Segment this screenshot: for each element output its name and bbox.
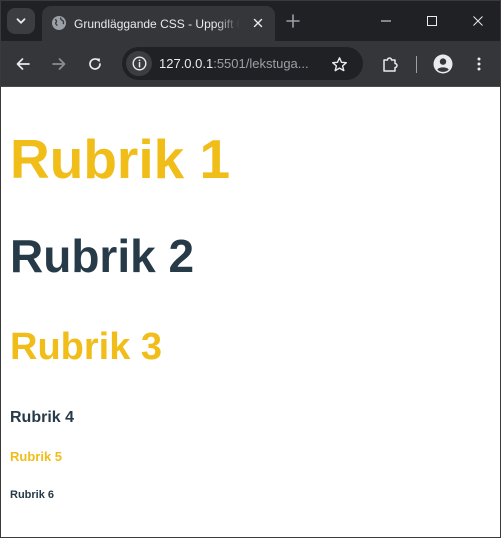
browser-toolbar: 127.0.0.1:5501/lekstuga... xyxy=(1,41,500,87)
toolbar-separator xyxy=(416,56,417,73)
address-bar[interactable]: 127.0.0.1:5501/lekstuga... xyxy=(122,47,363,80)
url-path: :5501/lekstuga... xyxy=(213,56,309,71)
window-close-button[interactable] xyxy=(455,1,500,41)
kebab-menu-icon xyxy=(477,57,481,71)
globe-icon xyxy=(52,16,66,30)
close-icon xyxy=(253,18,263,28)
new-tab-button[interactable] xyxy=(283,11,303,31)
close-icon xyxy=(473,16,483,26)
menu-button[interactable] xyxy=(465,50,493,78)
star-icon xyxy=(331,56,347,71)
account-icon xyxy=(433,54,453,74)
url-text[interactable]: 127.0.0.1:5501/lekstuga... xyxy=(159,55,319,72)
heading-5: Rubrik 5 xyxy=(10,449,63,464)
heading-1: Rubrik 1 xyxy=(10,128,231,190)
heading-3: Rubrik 3 xyxy=(10,326,163,368)
reload-icon xyxy=(89,58,101,70)
chevron-down-icon xyxy=(16,18,26,24)
tab-title: Grundläggande CSS - Uppgift 0 xyxy=(74,17,240,31)
arrow-left-icon xyxy=(16,58,30,70)
reload-button[interactable] xyxy=(81,50,109,78)
tab-close-button[interactable] xyxy=(250,15,266,31)
window-maximize-button[interactable] xyxy=(409,1,455,41)
minimize-icon xyxy=(381,20,391,22)
tab-active[interactable]: Grundläggande CSS - Uppgift 0 xyxy=(42,6,275,41)
heading-6: Rubrik 6 xyxy=(10,489,55,501)
maximize-icon xyxy=(427,16,437,26)
page-content: Rubrik 1 Rubrik 2 Rubrik 3 Rubrik 4 Rubr… xyxy=(1,87,500,537)
heading-4: Rubrik 4 xyxy=(10,409,75,426)
plus-icon xyxy=(286,14,300,28)
profile-button[interactable] xyxy=(429,50,457,78)
tab-search-button[interactable] xyxy=(7,8,35,34)
extensions-button[interactable] xyxy=(376,50,404,78)
forward-button[interactable] xyxy=(45,50,73,78)
tab-strip: Grundläggande CSS - Uppgift 0 xyxy=(1,1,500,41)
site-info-button[interactable] xyxy=(126,51,152,76)
arrow-right-icon xyxy=(52,58,66,70)
browser-window: Grundläggande CSS - Uppgift 0 127.0.0.1:… xyxy=(0,0,501,538)
heading-2: Rubrik 2 xyxy=(10,230,195,282)
puzzle-icon xyxy=(383,57,398,72)
url-host: 127.0.0.1 xyxy=(159,56,214,71)
info-icon xyxy=(131,56,147,71)
back-button[interactable] xyxy=(9,50,37,78)
bookmark-button[interactable] xyxy=(329,54,349,74)
window-minimize-button[interactable] xyxy=(363,1,409,41)
